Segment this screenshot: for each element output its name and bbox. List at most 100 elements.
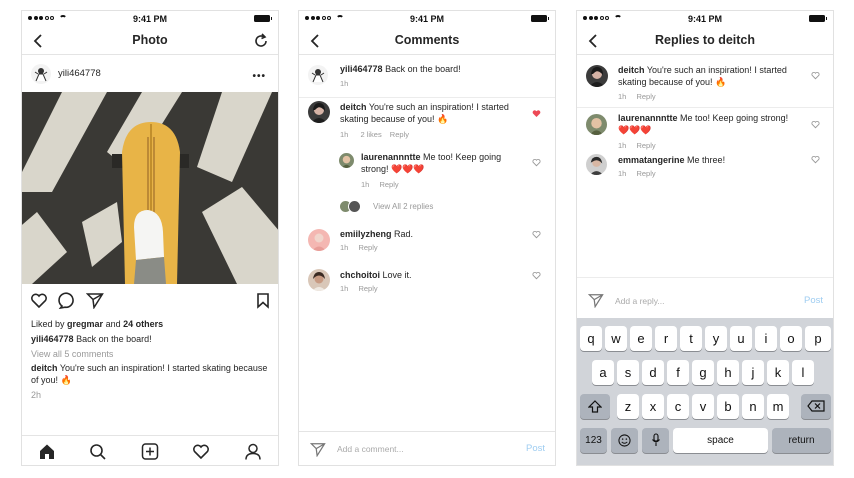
post-photo[interactable]: [22, 92, 278, 284]
avatar[interactable]: [308, 65, 328, 85]
reply-button[interactable]: Reply: [358, 284, 377, 293]
comment-meta: 1h Reply: [618, 92, 656, 101]
comment-user[interactable]: deitch: [31, 363, 58, 373]
key-n[interactable]: n: [742, 394, 764, 419]
key-k[interactable]: k: [767, 360, 789, 385]
heart-icon[interactable]: [192, 443, 210, 460]
profile-icon[interactable]: [244, 443, 262, 460]
caption-user[interactable]: yili464778: [31, 334, 74, 344]
comment-text: Me three!: [687, 155, 726, 165]
key-y[interactable]: y: [705, 326, 727, 351]
heart-icon[interactable]: [811, 120, 820, 129]
liked-heart-icon[interactable]: [532, 109, 541, 118]
comment-meta: 1h Reply: [618, 169, 656, 178]
liked-user[interactable]: gregmar: [67, 319, 103, 329]
key-e[interactable]: e: [630, 326, 652, 351]
return-key[interactable]: return: [772, 428, 831, 453]
comment-input[interactable]: Add a comment...: [337, 444, 404, 454]
reply-button[interactable]: Reply: [379, 180, 398, 189]
view-all-comments-link[interactable]: View all 5 comments: [31, 348, 113, 360]
send-icon[interactable]: [310, 442, 326, 457]
key-p[interactable]: p: [805, 326, 831, 351]
heart-icon[interactable]: [811, 71, 820, 80]
post-button[interactable]: Post: [526, 443, 545, 454]
comment-user[interactable]: laurenannntte: [618, 113, 678, 123]
shift-key[interactable]: [580, 394, 610, 419]
heart-icon[interactable]: [532, 158, 541, 167]
reply-input[interactable]: Add a reply...: [615, 296, 664, 306]
key-h[interactable]: h: [717, 360, 739, 385]
reply-button[interactable]: Reply: [636, 141, 655, 150]
add-icon[interactable]: [141, 443, 159, 460]
status-time: 9:41 PM: [687, 14, 722, 24]
post-button[interactable]: Post: [804, 295, 823, 306]
key-g[interactable]: g: [692, 360, 714, 385]
post-time: 2h: [31, 390, 42, 400]
more-options-icon[interactable]: •••: [252, 71, 266, 82]
key-i[interactable]: i: [755, 326, 777, 351]
key-t[interactable]: t: [680, 326, 702, 351]
comment-user[interactable]: laurenannntte: [361, 152, 421, 162]
key-w[interactable]: w: [605, 326, 627, 351]
post-username[interactable]: yili464778: [58, 68, 101, 79]
emoji-icon: [618, 434, 631, 447]
key-v[interactable]: v: [692, 394, 714, 419]
comment-user[interactable]: yili464778: [340, 64, 383, 74]
emoji-key[interactable]: [611, 428, 638, 453]
reply-button[interactable]: Reply: [358, 243, 377, 252]
reply-button[interactable]: Reply: [636, 169, 655, 178]
avatar[interactable]: [586, 65, 608, 87]
key-b[interactable]: b: [717, 394, 739, 419]
avatar[interactable]: [339, 153, 354, 168]
like-icon[interactable]: [30, 292, 48, 309]
refresh-icon[interactable]: [252, 32, 270, 50]
liked-count[interactable]: 24 others: [123, 319, 163, 329]
avatar[interactable]: [586, 154, 607, 175]
key-z[interactable]: z: [617, 394, 639, 419]
comment-user[interactable]: emmatangerine: [618, 155, 685, 165]
avatar[interactable]: [308, 229, 330, 251]
comment-icon[interactable]: [58, 292, 76, 309]
key-d[interactable]: d: [642, 360, 664, 385]
key-f[interactable]: f: [667, 360, 689, 385]
search-icon[interactable]: [89, 443, 107, 460]
comment-likes[interactable]: 2 likes: [360, 130, 381, 139]
key-q[interactable]: q: [580, 326, 602, 351]
microphone-key[interactable]: [642, 428, 669, 453]
home-icon[interactable]: [38, 443, 56, 460]
view-replies-link[interactable]: View All 2 replies: [373, 202, 433, 211]
comment-user[interactable]: chchoitoi: [340, 270, 380, 280]
heart-icon[interactable]: [532, 271, 541, 280]
key-a[interactable]: a: [592, 360, 614, 385]
key-s[interactable]: s: [617, 360, 639, 385]
key-j[interactable]: j: [742, 360, 764, 385]
key-o[interactable]: o: [780, 326, 802, 351]
page-title: Photo: [132, 33, 168, 47]
key-c[interactable]: c: [667, 394, 689, 419]
key-x[interactable]: x: [642, 394, 664, 419]
avatar[interactable]: [308, 101, 330, 123]
space-key[interactable]: space: [673, 428, 768, 453]
shift-icon: [587, 400, 603, 413]
comment-user[interactable]: emiilyzheng: [340, 229, 392, 239]
key-u[interactable]: u: [730, 326, 752, 351]
send-icon[interactable]: [588, 293, 604, 308]
liked-prefix: Liked by: [31, 319, 65, 329]
key-l[interactable]: l: [792, 360, 814, 385]
comment-user[interactable]: deitch: [618, 65, 645, 75]
reply-button[interactable]: Reply: [390, 130, 409, 139]
avatar[interactable]: [31, 64, 51, 84]
avatar[interactable]: [586, 114, 607, 135]
numbers-key[interactable]: 123: [580, 428, 607, 453]
heart-icon[interactable]: [532, 230, 541, 239]
heart-icon[interactable]: [811, 155, 820, 164]
reply-button[interactable]: Reply: [636, 92, 655, 101]
backspace-key[interactable]: [801, 394, 831, 419]
avatar[interactable]: [308, 269, 330, 291]
bookmark-icon[interactable]: [256, 292, 270, 309]
key-r[interactable]: r: [655, 326, 677, 351]
share-icon[interactable]: [86, 292, 104, 309]
key-m[interactable]: m: [767, 394, 789, 419]
reply-item: emmatangerine Me three!: [618, 154, 798, 166]
comment-user[interactable]: deitch: [340, 102, 367, 112]
